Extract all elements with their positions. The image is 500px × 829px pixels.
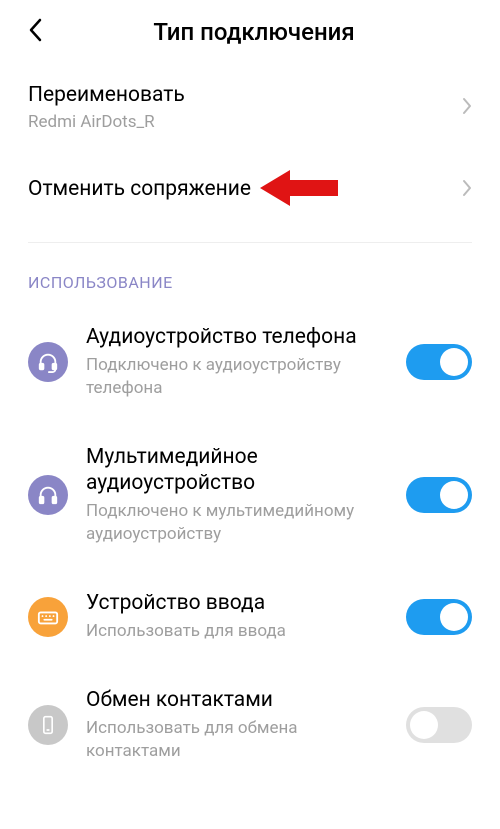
usage-subtitle: Использовать для ввода bbox=[86, 620, 388, 643]
rename-label: Переименовать bbox=[28, 82, 450, 109]
toggle-knob bbox=[440, 481, 468, 509]
usage-content: Мультимедийное аудиоустройство Подключен… bbox=[86, 444, 388, 546]
rename-row[interactable]: Переименовать Redmi AirDots_R bbox=[0, 64, 500, 152]
unpair-row[interactable]: Отменить сопряжение bbox=[0, 152, 500, 227]
toggle-phone-audio[interactable] bbox=[406, 344, 472, 380]
toggle-media-audio[interactable] bbox=[406, 477, 472, 513]
usage-subtitle: Подключено к аудиоустройству телефона bbox=[86, 354, 388, 400]
usage-subtitle: Подключено к мультимедийному аудиоустрой… bbox=[86, 500, 388, 546]
usage-section-label: ИСПОЛЬЗОВАНИЕ bbox=[0, 243, 500, 302]
toggle-contact-sharing[interactable] bbox=[406, 707, 472, 743]
toggle-knob bbox=[440, 348, 468, 376]
toggle-input-device[interactable] bbox=[406, 599, 472, 635]
phone-icon bbox=[28, 705, 68, 745]
page-title: Тип подключения bbox=[28, 18, 480, 46]
toggle-knob bbox=[410, 711, 438, 739]
keyboard-icon bbox=[28, 597, 68, 637]
usage-title: Мультимедийное аудиоустройство bbox=[86, 444, 388, 497]
usage-subtitle: Использовать для обмена контактами bbox=[86, 717, 388, 763]
unpair-label: Отменить сопряжение bbox=[28, 176, 450, 203]
usage-title: Обмен контактами bbox=[86, 687, 388, 713]
usage-content: Аудиоустройство телефона Подключено к ау… bbox=[86, 324, 388, 400]
unpair-content: Отменить сопряжение bbox=[28, 176, 450, 203]
rename-content: Переименовать Redmi AirDots_R bbox=[28, 82, 450, 134]
annotation-arrow-icon bbox=[260, 166, 340, 214]
headset-icon bbox=[28, 342, 68, 382]
chevron-right-icon bbox=[462, 97, 472, 119]
rename-value: Redmi AirDots_R bbox=[28, 111, 450, 134]
toggle-knob bbox=[440, 603, 468, 631]
usage-title: Аудиоустройство телефона bbox=[86, 324, 388, 350]
chevron-right-icon bbox=[462, 179, 472, 201]
chevron-left-icon bbox=[28, 18, 42, 42]
usage-title: Устройство ввода bbox=[86, 590, 388, 616]
usage-content: Устройство ввода Использовать для ввода bbox=[86, 590, 388, 643]
header-bar: Тип подключения bbox=[0, 0, 500, 64]
usage-row-input-device: Устройство ввода Использовать для ввода bbox=[0, 568, 500, 665]
headphones-icon bbox=[28, 475, 68, 515]
usage-content: Обмен контактами Использовать для обмена… bbox=[86, 687, 388, 763]
back-button[interactable] bbox=[28, 18, 42, 46]
usage-row-phone-audio: Аудиоустройство телефона Подключено к ау… bbox=[0, 302, 500, 422]
usage-row-contact-sharing: Обмен контактами Использовать для обмена… bbox=[0, 665, 500, 785]
usage-row-media-audio: Мультимедийное аудиоустройство Подключен… bbox=[0, 422, 500, 568]
